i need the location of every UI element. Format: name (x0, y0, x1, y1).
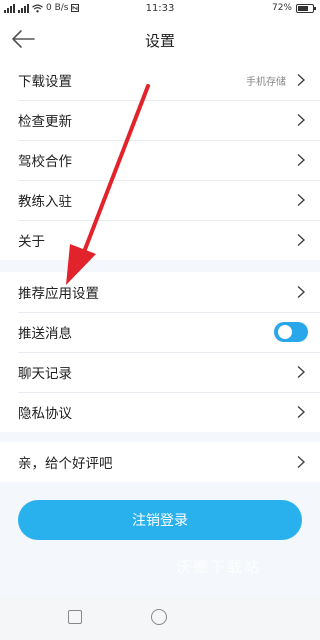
chevron-right-icon (297, 405, 306, 419)
settings-row-download[interactable]: 下载设置 手机存储 (0, 60, 320, 100)
toggle-knob (278, 325, 292, 339)
settings-group-rate: 亲，给个好评吧 (0, 442, 320, 482)
settings-row-privacy-policy[interactable]: 隐私协议 (0, 392, 320, 432)
settings-row-label: 亲，给个好评吧 (18, 456, 113, 472)
title-bar: 设置 (0, 18, 320, 60)
settings-row-label: 检查更新 (18, 114, 72, 130)
battery-percent: 72% (271, 3, 292, 13)
watermark-text: 沃德下载站 (176, 558, 262, 576)
push-messages-toggle[interactable] (274, 322, 308, 342)
settings-row-label: 教练入驻 (18, 194, 72, 210)
settings-row-label: 推送消息 (18, 326, 72, 342)
settings-row-label: 下载设置 (18, 74, 72, 90)
settings-row-label: 驾校合作 (18, 154, 72, 170)
status-bar: 0 B/s 11:33 72% (0, 0, 320, 18)
settings-row-check-update[interactable]: 检查更新 (0, 100, 320, 140)
chevron-right-icon (297, 233, 306, 247)
status-right: 72% (271, 3, 316, 13)
recent-apps-icon[interactable] (68, 610, 82, 624)
settings-row-label: 隐私协议 (18, 406, 72, 422)
home-icon[interactable] (151, 609, 167, 625)
settings-row-label: 聊天记录 (18, 366, 72, 382)
settings-row-recommended-apps[interactable]: 推荐应用设置 (0, 272, 320, 312)
logout-button[interactable]: 注销登录 (18, 500, 302, 540)
settings-row-push-messages: 推送消息 (0, 312, 320, 352)
chevron-right-icon (297, 73, 306, 87)
download-location-value: 手机存储 (246, 76, 286, 88)
settings-row-coach-join[interactable]: 教练入驻 (0, 180, 320, 220)
chevron-right-icon (297, 365, 306, 379)
settings-group-general: 下载设置 手机存储 检查更新 驾校合作 教练入驻 关于 (0, 60, 320, 260)
settings-row-chat-history[interactable]: 聊天记录 (0, 352, 320, 392)
chevron-right-icon (297, 153, 306, 167)
system-nav-bar (0, 598, 320, 640)
chevron-right-icon (297, 113, 306, 127)
page-title: 设置 (144, 32, 175, 50)
settings-row-about[interactable]: 关于 (0, 220, 320, 260)
settings-row-rate-app[interactable]: 亲，给个好评吧 (0, 442, 320, 482)
chevron-right-icon (297, 193, 306, 207)
settings-row-label: 关于 (18, 234, 45, 250)
battery-icon (296, 3, 316, 13)
chevron-right-icon (297, 455, 306, 469)
settings-row-label: 推荐应用设置 (18, 286, 99, 302)
chevron-right-icon (297, 285, 306, 299)
settings-group-notifications: 推荐应用设置 推送消息 聊天记录 隐私协议 (0, 272, 320, 432)
settings-row-driving-school[interactable]: 驾校合作 (0, 140, 320, 180)
